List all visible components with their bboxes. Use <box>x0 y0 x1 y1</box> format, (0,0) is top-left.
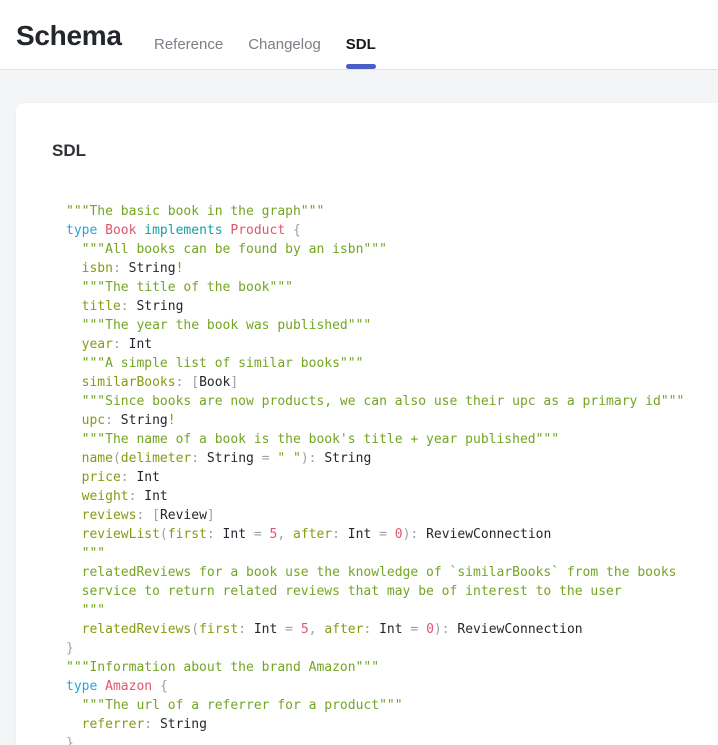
sdl-card-heading: SDL <box>52 141 718 161</box>
code-line: weight: Int <box>66 487 718 506</box>
code-line: """ <box>66 601 718 620</box>
sdl-card: SDL """The basic book in the graph"""typ… <box>16 103 718 745</box>
code-line: type Amazon { <box>66 677 718 696</box>
code-line: price: Int <box>66 468 718 487</box>
code-line: """Since books are now products, we can … <box>66 392 718 411</box>
active-tab-underline <box>346 64 376 69</box>
code-line: service to return related reviews that m… <box>66 582 718 601</box>
code-line: upc: String! <box>66 411 718 430</box>
code-line: """A simple list of similar books""" <box>66 354 718 373</box>
code-line: reviewList(first: Int = 5, after: Int = … <box>66 525 718 544</box>
code-line: relatedReviews for a book use the knowle… <box>66 563 718 582</box>
code-line: name(delimeter: String = " "): String <box>66 449 718 468</box>
code-line: """The name of a book is the book's titl… <box>66 430 718 449</box>
tab-sdl-label: SDL <box>346 36 376 53</box>
code-line: """The year the book was published""" <box>66 316 718 335</box>
tab-reference[interactable]: Reference <box>154 36 223 53</box>
code-line: """Information about the brand Amazon""" <box>66 658 718 677</box>
code-line: """The basic book in the graph""" <box>66 202 718 221</box>
page-title: Schema <box>16 20 122 52</box>
code-line: reviews: [Review] <box>66 506 718 525</box>
code-line: """The title of the book""" <box>66 278 718 297</box>
code-line: type Book implements Product { <box>66 221 718 240</box>
code-line: similarBooks: [Book] <box>66 373 718 392</box>
code-line: title: String <box>66 297 718 316</box>
tab-bar: Reference Changelog SDL <box>154 36 376 53</box>
main-content: SDL """The basic book in the graph"""typ… <box>0 70 718 745</box>
code-line: } <box>66 639 718 658</box>
code-line: isbn: String! <box>66 259 718 278</box>
code-line: referrer: String <box>66 715 718 734</box>
sdl-code: """The basic book in the graph"""type Bo… <box>66 202 718 745</box>
code-line: """ <box>66 544 718 563</box>
page-header: Schema Reference Changelog SDL <box>0 0 718 70</box>
code-line: relatedReviews(first: Int = 5, after: In… <box>66 620 718 639</box>
code-line: year: Int <box>66 335 718 354</box>
code-line: """The url of a referrer for a product""… <box>66 696 718 715</box>
tab-sdl[interactable]: SDL <box>346 36 376 53</box>
tab-changelog[interactable]: Changelog <box>248 36 321 53</box>
code-line: """All books can be found by an isbn""" <box>66 240 718 259</box>
code-line: } <box>66 734 718 745</box>
